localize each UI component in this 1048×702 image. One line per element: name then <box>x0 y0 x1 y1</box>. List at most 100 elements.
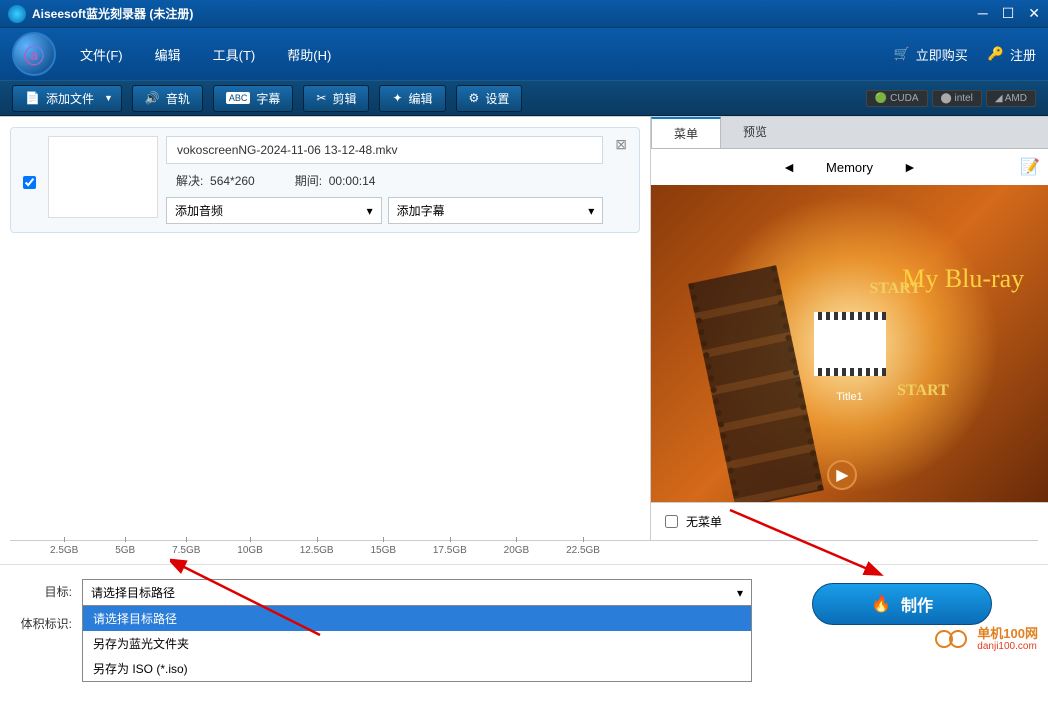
edit-button[interactable]: ✦ 编辑 <box>379 85 445 112</box>
audio-label: 音轨 <box>166 90 190 107</box>
crop-label: 剪辑 <box>332 90 356 107</box>
file-checkbox[interactable] <box>23 176 36 189</box>
maximize-button[interactable]: ☐ <box>1002 5 1015 22</box>
caret-down-icon: ▾ <box>588 204 594 218</box>
cart-icon: 🛒 <box>894 46 910 62</box>
edit-template-button[interactable]: 📝 <box>1020 157 1040 177</box>
file-list-panel: vokoscreenNG-2024-11-06 13-12-48.mkv 解决:… <box>0 117 650 540</box>
menu-preview[interactable]: START START My Blu-ray Title1 ▶ <box>651 185 1048 502</box>
tabs: 菜单 预览 <box>651 117 1048 149</box>
cuda-badge: 🟢 CUDA <box>866 90 928 107</box>
target-row: 目标: 请选择目标路径 ▾ 请选择目标路径 另存为蓝光文件夹 另存为 ISO (… <box>16 579 752 682</box>
titlebar: Aiseesoft蓝光刻录器 (未注册) ─ ☐ ✕ <box>0 0 1048 28</box>
file-row[interactable]: vokoscreenNG-2024-11-06 13-12-48.mkv 解决:… <box>10 127 640 233</box>
main-area: vokoscreenNG-2024-11-06 13-12-48.mkv 解决:… <box>0 116 1048 540</box>
bluray-title: My Blu-ray <box>902 264 1024 294</box>
file-thumbnail[interactable] <box>48 136 158 218</box>
menu-tools[interactable]: 工具(T) <box>213 45 256 64</box>
menubar: ⓐ 文件(F) 编辑 工具(T) 帮助(H) 🛒 立即购买 🔑 注册 <box>0 28 1048 80</box>
menu-file[interactable]: 文件(F) <box>80 45 123 64</box>
tab-menu[interactable]: 菜单 <box>651 117 721 148</box>
minimize-button[interactable]: ─ <box>978 5 988 22</box>
subtitle-button[interactable]: ABC 字幕 <box>213 85 294 112</box>
buy-now-label: 立即购买 <box>916 45 968 64</box>
volume-row: 体积标识: <box>16 611 72 632</box>
tick: 17.5GB <box>433 545 467 556</box>
gear-icon: ⚙ <box>469 91 480 105</box>
tick: 10GB <box>237 545 263 556</box>
register-label: 注册 <box>1010 45 1036 64</box>
key-icon: 🔑 <box>988 46 1004 62</box>
create-button[interactable]: 🔥 制作 <box>812 583 992 625</box>
tech-badges: 🟢 CUDA ⬤ intel ◢ AMD <box>866 90 1036 107</box>
wand-icon: ✦ <box>392 91 402 105</box>
target-option-folder[interactable]: 另存为蓝光文件夹 <box>83 631 751 656</box>
caret-down-icon: ▼ <box>104 93 113 103</box>
menu-items: 文件(F) 编辑 工具(T) 帮助(H) <box>80 45 894 64</box>
title-frame[interactable] <box>814 320 886 368</box>
add-file-button[interactable]: 📄 添加文件 ▼ <box>12 85 122 112</box>
tick: 7.5GB <box>172 545 200 556</box>
register-link[interactable]: 🔑 注册 <box>988 45 1036 64</box>
remove-file-button[interactable]: ⊠ <box>611 136 631 153</box>
plus-file-icon: 📄 <box>25 91 40 105</box>
resolve-label: 解决: <box>176 174 203 188</box>
add-subtitle-select[interactable]: 添加字幕 ▾ <box>388 197 604 224</box>
create-label: 制作 <box>901 592 933 616</box>
speaker-icon: 🔊 <box>145 91 160 105</box>
tick: 2.5GB <box>50 545 78 556</box>
caret-down-icon: ▾ <box>737 586 743 600</box>
tick: 15GB <box>370 545 396 556</box>
burn-icon: 🔥 <box>871 594 891 614</box>
add-subtitle-label: 添加字幕 <box>397 202 445 219</box>
target-dropdown[interactable]: 请选择目标路径 ▾ 请选择目标路径 另存为蓝光文件夹 另存为 ISO (*.is… <box>82 579 752 682</box>
template-name: Memory <box>826 160 873 175</box>
target-option-select-path[interactable]: 请选择目标路径 <box>83 606 751 631</box>
file-meta: 解决: 564*260 期间: 00:00:14 <box>166 170 603 191</box>
add-file-label: 添加文件 <box>46 90 94 107</box>
prev-template-button[interactable]: ◄ <box>782 159 796 175</box>
app-logo: ⓐ <box>12 32 56 76</box>
target-label: 目标: <box>16 579 72 600</box>
target-option-list: 请选择目标路径 另存为蓝光文件夹 另存为 ISO (*.iso) <box>83 605 751 681</box>
tick: 22.5GB <box>566 545 600 556</box>
subtitle-label: 字幕 <box>256 90 280 107</box>
watermark-url: danji100.com <box>977 641 1038 652</box>
template-nav: ◄ Memory ► 📝 <box>651 149 1048 185</box>
target-placeholder: 请选择目标路径 <box>91 584 175 601</box>
target-selected[interactable]: 请选择目标路径 ▾ <box>83 580 751 605</box>
tick: 20GB <box>504 545 530 556</box>
abc-icon: ABC <box>226 92 251 104</box>
right-panel: 菜单 预览 ◄ Memory ► 📝 START START My Blu-ra… <box>650 117 1048 540</box>
volume-label: 体积标识: <box>16 611 72 632</box>
file-selects: 添加音频 ▾ 添加字幕 ▾ <box>166 197 603 224</box>
output-form: 目标: 请选择目标路径 ▾ 请选择目标路径 另存为蓝光文件夹 另存为 ISO (… <box>16 579 752 682</box>
right-menu: 🛒 立即购买 🔑 注册 <box>894 45 1036 64</box>
resolve-value: 564*260 <box>210 174 255 188</box>
menu-help[interactable]: 帮助(H) <box>287 45 331 64</box>
amd-badge: ◢ AMD <box>986 90 1036 107</box>
crop-button[interactable]: ✂ 剪辑 <box>303 85 369 112</box>
tick: 5GB <box>115 545 135 556</box>
menu-edit[interactable]: 编辑 <box>155 45 181 64</box>
add-audio-select[interactable]: 添加音频 ▾ <box>166 197 382 224</box>
no-menu-label: 无菜单 <box>686 513 722 530</box>
toolbar: 📄 添加文件 ▼ 🔊 音轨 ABC 字幕 ✂ 剪辑 ✦ 编辑 ⚙ 设置 🟢 CU… <box>0 80 1048 116</box>
no-menu-checkbox[interactable] <box>665 515 678 528</box>
buy-now-link[interactable]: 🛒 立即购买 <box>894 45 968 64</box>
audio-button[interactable]: 🔊 音轨 <box>132 85 203 112</box>
tick: 12.5GB <box>300 545 334 556</box>
app-icon <box>8 5 26 23</box>
target-option-iso[interactable]: 另存为 ISO (*.iso) <box>83 656 751 681</box>
settings-button[interactable]: ⚙ 设置 <box>456 85 523 112</box>
tab-preview[interactable]: 预览 <box>721 117 789 148</box>
caret-down-icon: ▾ <box>367 204 373 218</box>
start-text-2: START <box>897 382 949 400</box>
close-button[interactable]: ✕ <box>1028 5 1040 22</box>
file-name[interactable]: vokoscreenNG-2024-11-06 13-12-48.mkv <box>166 136 603 164</box>
next-template-button[interactable]: ► <box>903 159 917 175</box>
size-scale: 2.5GB 5GB 7.5GB 10GB 12.5GB 15GB 17.5GB … <box>10 540 1038 564</box>
edit-label: 编辑 <box>409 90 433 107</box>
window-title: Aiseesoft蓝光刻录器 (未注册) <box>32 5 978 22</box>
bottom-area: 目标: 请选择目标路径 ▾ 请选择目标路径 另存为蓝光文件夹 另存为 ISO (… <box>0 564 1048 702</box>
